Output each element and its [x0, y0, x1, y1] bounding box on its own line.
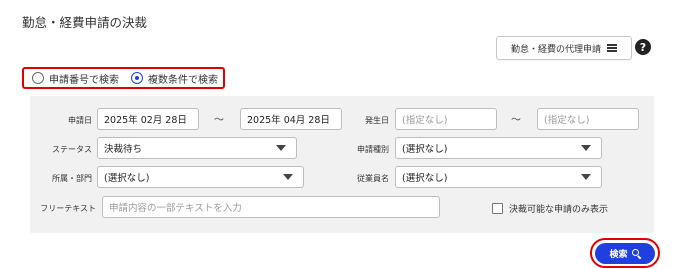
application-type-label: 申請種別	[357, 145, 389, 154]
radio-label: 複数条件で検索	[148, 74, 218, 86]
department-select[interactable]: (選択なし)	[97, 166, 304, 188]
search-mode-selector: 申請番号で検索 複数条件で検索	[22, 67, 225, 89]
proxy-application-label: 勤怠・経費の代理申請	[510, 44, 601, 55]
free-text-input[interactable]: 申請内容の一部テキストを入力	[102, 196, 440, 218]
chevron-down-icon	[283, 174, 293, 180]
application-date-label: 申請日	[68, 116, 92, 125]
search-button[interactable]: 検索	[595, 242, 655, 264]
radio-search-by-conditions[interactable]: 複数条件で検索	[131, 71, 218, 86]
checkbox-box[interactable]	[492, 203, 503, 214]
page-title: 勤怠・経費申請の決裁	[22, 15, 148, 30]
application-type-select[interactable]: (選択なし)	[395, 137, 602, 159]
menu-icon	[607, 44, 617, 52]
chevron-down-icon	[276, 145, 286, 151]
search-button-highlight: 検索	[590, 238, 660, 268]
status-select[interactable]: 決裁待ち	[97, 137, 297, 159]
help-icon[interactable]: ?	[635, 39, 651, 55]
date-range-separator: 〜	[214, 115, 224, 126]
application-type-value: (選択なし)	[402, 144, 448, 155]
approvable-only-label: 決裁可能な申請のみ表示	[509, 205, 609, 215]
radio-circle-off[interactable]	[32, 72, 44, 84]
status-value: 決裁待ち	[104, 144, 143, 155]
search-button-label: 検索	[609, 249, 628, 260]
application-date-to-input[interactable]: 2025年 04月 28日	[240, 108, 342, 130]
radio-circle-on[interactable]	[131, 72, 143, 84]
occurrence-date-label: 発生日	[365, 116, 389, 125]
proxy-application-button[interactable]: 勤怠・経費の代理申請	[496, 36, 632, 60]
date-range-separator: 〜	[511, 115, 521, 126]
free-text-label: フリーテキスト	[40, 204, 96, 213]
employee-name-select[interactable]: (選択なし)	[395, 166, 602, 188]
search-icon	[631, 248, 641, 258]
approvable-only-checkbox[interactable]: 決裁可能な申請のみ表示	[492, 202, 608, 215]
occurrence-date-to-input[interactable]: (指定なし)	[537, 108, 639, 130]
employee-name-label: 従業員名	[357, 174, 389, 183]
application-date-from-input[interactable]: 2025年 02月 28日	[97, 108, 199, 130]
employee-name-value: (選択なし)	[402, 173, 448, 184]
radio-search-by-number[interactable]: 申請番号で検索	[32, 71, 119, 86]
radio-label: 申請番号で検索	[49, 74, 119, 86]
status-label: ステータス	[52, 145, 92, 154]
department-label: 所属・部門	[52, 174, 92, 183]
occurrence-date-from-input[interactable]: (指定なし)	[395, 108, 497, 130]
chevron-down-icon	[581, 145, 591, 151]
chevron-down-icon	[581, 174, 591, 180]
department-value: (選択なし)	[104, 173, 150, 184]
